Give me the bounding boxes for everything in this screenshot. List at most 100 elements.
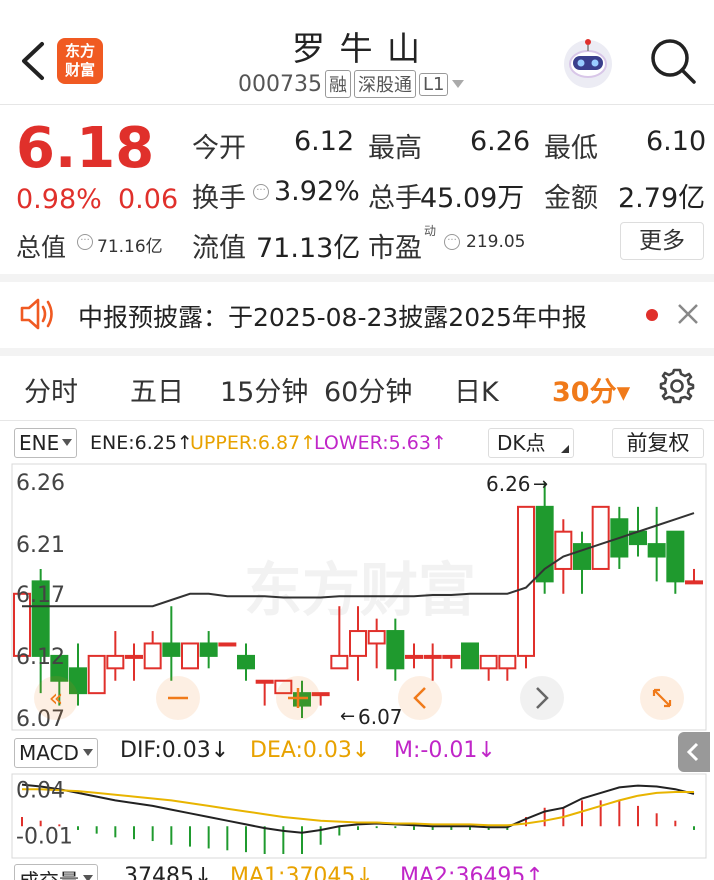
svg-text:«: « [49, 684, 64, 712]
dk-point-label: DK点 [497, 431, 546, 455]
forward-adjust-button[interactable]: 前复权 [612, 428, 704, 458]
candle-body [461, 642, 479, 670]
zoom-in-button[interactable] [276, 676, 320, 720]
macd-chart[interactable]: 0.04 -0.01 [0, 772, 714, 860]
chevron-down-icon [83, 875, 93, 880]
candle-body [218, 642, 237, 647]
lower-value: LOWER:5.63↑ [314, 432, 447, 454]
low-marker: 6.07 [358, 705, 403, 729]
info-icon[interactable]: ··· [444, 234, 460, 250]
zoom-out-button[interactable] [156, 676, 200, 720]
volume-ma1: MA1:37045↓ [230, 864, 374, 880]
pe-label: 市盈 [368, 233, 422, 264]
notice-text[interactable]: 中报预披露：于2025-08-23披露2025年中报 [78, 298, 587, 334]
scroll-left-fast-button[interactable]: « [34, 676, 78, 720]
current-price: 6.18 [16, 116, 155, 181]
indicator-select[interactable]: ENE [14, 428, 78, 458]
pe-value: 219.05 [466, 232, 526, 252]
macd-select-label: MACD [19, 741, 79, 765]
macd-y-tick-label: 0.04 [16, 778, 65, 803]
tab-15min[interactable]: 15分钟 [220, 370, 308, 409]
chevron-down-icon [82, 749, 93, 756]
tab-30min-active[interactable]: 30分▾ [552, 370, 630, 409]
macd-m: M:-0.01↓ [394, 738, 496, 763]
chevron-left-icon [686, 742, 699, 762]
open-label: 今开 [192, 133, 246, 164]
macd-y-tick-label: -0.01 [16, 825, 73, 850]
change-amount: 0.06 [118, 184, 179, 215]
candle-body [237, 654, 255, 670]
info-icon[interactable]: ··· [77, 234, 93, 250]
indicator-select-label: ENE [19, 431, 60, 455]
candle-body [106, 654, 125, 670]
candle-body [349, 630, 367, 657]
volume-value: 37485↓ [124, 864, 213, 880]
tab-intraday[interactable]: 分时 [24, 370, 78, 409]
stock-code-row: 000735 融 深股通 L1 [238, 70, 465, 98]
low-marker-arrow: ← [340, 706, 355, 727]
margin-tag: 融 [324, 70, 351, 98]
candle-body [666, 530, 685, 583]
tab-daily-k[interactable]: 日K [454, 370, 499, 409]
candle-body [498, 654, 517, 670]
candlestick-chart[interactable]: 东方财富 6.266.216.176.126.07 6.26 → ← 6.07 … [0, 460, 714, 732]
candle-body [442, 654, 461, 659]
candle-body [685, 580, 703, 585]
scroll-left-button[interactable] [398, 676, 442, 720]
candle-body [554, 530, 573, 570]
connect-tag: 深股通 [353, 70, 416, 98]
y-tick-label: 6.21 [16, 533, 65, 558]
candle-body [87, 654, 106, 695]
gear-icon [659, 368, 695, 404]
pe-superscript: 动 [424, 224, 437, 238]
info-icon[interactable]: ··· [253, 184, 269, 200]
fullscreen-button[interactable] [640, 676, 684, 720]
volume-value: 45.09万 [420, 183, 525, 214]
float-value-label: 流值 [192, 233, 246, 264]
more-button[interactable]: 更多 [620, 222, 704, 260]
collapse-panel-button[interactable] [678, 732, 710, 772]
tab-five-day[interactable]: 五日 [130, 370, 184, 409]
amount-label: 金额 [544, 183, 598, 214]
search-button[interactable] [648, 36, 698, 86]
total-value: 71.16亿 [97, 237, 163, 257]
volume-select-label: 成交量 [19, 865, 79, 880]
robot-assistant-icon[interactable] [560, 34, 616, 90]
low-value: 6.10 [646, 126, 707, 157]
corner-triangle-icon [561, 445, 569, 453]
chart-settings-button[interactable] [658, 366, 696, 404]
ene-value: ENE:6.25↑ [90, 432, 193, 454]
search-icon [651, 39, 696, 84]
upper-value: UPPER:6.87↑ [190, 432, 317, 454]
high-marker-arrow: → [533, 474, 548, 495]
amount-value: 2.79亿 [618, 183, 706, 214]
dropdown-triangle-icon[interactable] [451, 79, 465, 89]
tab-60min[interactable]: 60分钟 [324, 370, 412, 409]
scroll-right-button[interactable] [520, 676, 564, 720]
macd-select[interactable]: MACD [14, 738, 98, 768]
close-icon [678, 304, 698, 324]
candle-body [125, 654, 143, 659]
speaker-icon [18, 296, 56, 332]
volume-select[interactable]: 成交量 [14, 864, 98, 880]
turnover-label: 换手 [192, 183, 246, 214]
macd-dea: DEA:0.03↓ [250, 738, 371, 763]
dk-point-button[interactable]: DK点 [488, 428, 574, 458]
candle-body [405, 654, 423, 659]
chart-watermark: 东方财富 [244, 556, 476, 624]
close-notice-button[interactable] [674, 300, 702, 328]
high-label: 最高 [368, 133, 422, 164]
open-value: 6.12 [294, 126, 355, 157]
volume-label: 总手 [368, 183, 422, 214]
notice-dot [646, 309, 658, 321]
candle-body [162, 642, 181, 657]
change-percent: 0.98% [16, 184, 102, 215]
candle-body [423, 654, 442, 659]
y-tick-label: 6.17 [16, 583, 65, 608]
total-value-label: 总值 [16, 233, 67, 262]
turnover-value: 3.92% [274, 176, 360, 207]
candle-body [143, 642, 162, 670]
candle-body [647, 543, 666, 558]
y-tick-label: 6.26 [16, 471, 65, 496]
chevron-down-icon [62, 439, 73, 446]
